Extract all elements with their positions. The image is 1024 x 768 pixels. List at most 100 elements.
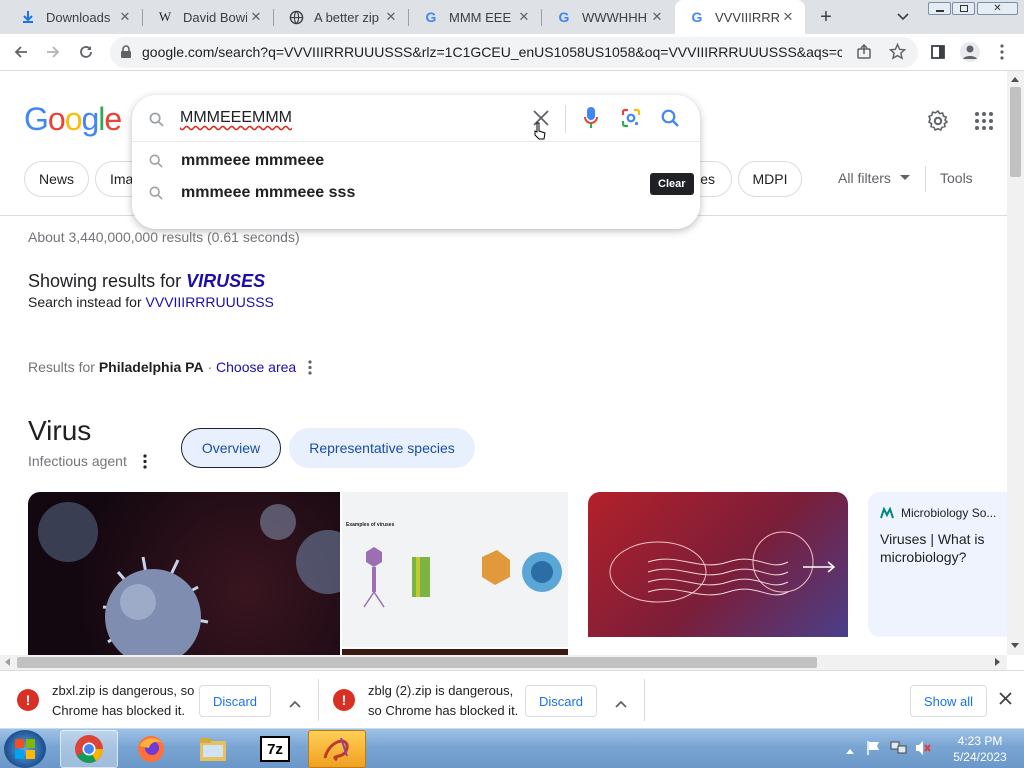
network-icon[interactable] bbox=[890, 740, 908, 761]
horizontal-scrollbar[interactable] bbox=[0, 655, 1007, 670]
virus-examples-diagram[interactable]: Examples of viruses bbox=[342, 492, 568, 647]
bookmark-star-icon[interactable] bbox=[888, 42, 907, 65]
lens-camera-icon[interactable] bbox=[621, 108, 641, 133]
search-icon bbox=[148, 186, 164, 200]
close-window-button[interactable]: ✕ bbox=[977, 2, 1018, 15]
search-icon bbox=[148, 154, 164, 168]
chip-label: News bbox=[38, 171, 74, 187]
tab-overview[interactable]: Overview bbox=[181, 428, 281, 468]
start-button[interactable] bbox=[4, 730, 46, 768]
chrome-menu-icon[interactable] bbox=[988, 38, 1016, 66]
danger-warning-icon: ! bbox=[17, 689, 39, 711]
close-download-shelf-icon[interactable] bbox=[999, 692, 1012, 710]
original-query-link[interactable]: VVVIIIRRRUUUSSS bbox=[146, 294, 274, 310]
vertical-scrollbar[interactable] bbox=[1007, 71, 1024, 655]
scroll-down-arrow-icon[interactable] bbox=[1011, 643, 1019, 648]
scroll-up-arrow-icon[interactable] bbox=[1011, 77, 1019, 82]
antiviral-diagram-image[interactable] bbox=[588, 492, 848, 637]
filter-chip-mdpi[interactable]: MDPI bbox=[738, 161, 802, 197]
action-center-flag-icon[interactable] bbox=[866, 740, 882, 761]
search-submit-icon[interactable] bbox=[661, 109, 679, 132]
tab-close-icon[interactable]: ✕ bbox=[247, 8, 265, 26]
tab-david-bowie[interactable]: W David Bowie ✕ bbox=[143, 0, 273, 34]
tools-button[interactable]: Tools bbox=[940, 170, 973, 186]
warning-line: Chrome has blocked it. bbox=[52, 703, 185, 718]
horizontal-scroll-thumb[interactable] bbox=[17, 657, 817, 668]
filter-chip-news[interactable]: News bbox=[24, 161, 89, 197]
article-card[interactable]: Microbiology So... Viruses | What is mic… bbox=[868, 492, 1007, 637]
article-title[interactable]: Viruses | What is microbiology? bbox=[880, 530, 1000, 566]
show-hidden-icons-chevron-icon[interactable] bbox=[845, 742, 855, 760]
search-input[interactable]: MMMEEEMMM bbox=[180, 109, 292, 127]
new-tab-plus-icon[interactable]: + bbox=[815, 6, 837, 28]
tab-strip: Downloads ✕ W David Bowie ✕ A better zip… bbox=[0, 0, 1024, 34]
profile-avatar-icon[interactable] bbox=[956, 38, 984, 66]
suggestion-item[interactable]: mmmeee mmmeee sss bbox=[148, 184, 355, 202]
7zip-taskbar-button[interactable]: 7z bbox=[246, 730, 304, 768]
paint-taskbar-button[interactable] bbox=[308, 730, 366, 768]
back-arrow-icon[interactable] bbox=[7, 38, 35, 66]
minimize-window-button[interactable] bbox=[928, 2, 951, 15]
side-panel-icon[interactable] bbox=[924, 38, 952, 66]
search-box[interactable]: MMMEEEMMM mmmeee mmmeee mmmeee mmmeee ss… bbox=[132, 95, 700, 229]
firefox-taskbar-button[interactable] bbox=[122, 730, 180, 768]
tab-close-icon[interactable]: ✕ bbox=[116, 8, 134, 26]
scroll-left-arrow-icon[interactable] bbox=[5, 658, 10, 666]
7zip-icon: 7z bbox=[260, 736, 290, 762]
windows-taskbar: 7z 4:23 PM 5/24/2023 bbox=[0, 728, 1024, 768]
show-all-downloads-button[interactable]: Show all bbox=[910, 685, 987, 717]
volume-muted-icon[interactable] bbox=[914, 740, 932, 761]
tab-better-zip[interactable]: A better zip ✕ bbox=[274, 0, 408, 34]
discard-button[interactable]: Discard bbox=[525, 685, 597, 717]
tab-title: David Bowie bbox=[183, 9, 247, 25]
tab-title: A better zip bbox=[314, 9, 380, 25]
chevron-up-icon[interactable] bbox=[615, 695, 627, 713]
virus-image[interactable] bbox=[28, 492, 340, 655]
tab-wwwhhhy[interactable]: G WWWHHHY ✕ bbox=[542, 0, 674, 34]
discard-button[interactable]: Discard bbox=[199, 685, 271, 717]
google-logo[interactable]: Google bbox=[24, 101, 122, 138]
clock-date[interactable]: 5/24/2023 bbox=[945, 750, 1015, 764]
google-apps-grid-icon[interactable] bbox=[975, 112, 993, 135]
tab-close-icon[interactable]: ✕ bbox=[779, 8, 797, 26]
tab-downloads[interactable]: Downloads ✕ bbox=[6, 0, 142, 34]
dropdown-arrow-icon bbox=[899, 175, 910, 180]
chrome-taskbar-button[interactable] bbox=[60, 730, 118, 768]
all-filters-button[interactable]: All filters bbox=[838, 170, 910, 186]
more-options-icon[interactable] bbox=[308, 360, 312, 380]
address-bar[interactable]: google.com/search?q=VVVIIIRRRUUUSSS&rlz=… bbox=[110, 37, 918, 68]
suggestion-text: mmmeee mmmeee bbox=[181, 152, 325, 169]
share-icon[interactable] bbox=[856, 43, 872, 65]
tab-vvviiirrru-active[interactable]: G VVVIIIRRRU ✕ bbox=[675, 0, 805, 34]
tab-close-icon[interactable]: ✕ bbox=[648, 8, 666, 26]
suggestion-text: mmmeee mmmeee sss bbox=[181, 184, 356, 201]
choose-area-link[interactable]: Choose area bbox=[216, 359, 296, 375]
windows-logo-icon bbox=[15, 739, 35, 759]
tab-close-icon[interactable]: ✕ bbox=[515, 8, 533, 26]
showing-prefix: Showing results for bbox=[28, 271, 187, 291]
restore-window-button[interactable] bbox=[952, 2, 975, 15]
url-text: google.com/search?q=VVVIIIRRRUUUSSS&rlz=… bbox=[142, 44, 842, 60]
tab-search-chevron-icon[interactable] bbox=[896, 9, 914, 25]
chevron-up-icon[interactable] bbox=[289, 695, 301, 713]
entity-title: Virus bbox=[28, 415, 92, 446]
settings-gear-icon[interactable] bbox=[926, 109, 950, 138]
scroll-right-arrow-icon[interactable] bbox=[995, 658, 1000, 666]
clock-time[interactable]: 4:23 PM bbox=[950, 734, 1010, 748]
search-instead-for: Search instead for VVVIIIRRRUUUSSS bbox=[28, 294, 274, 310]
entity-more-options-icon[interactable] bbox=[143, 454, 147, 474]
corrected-query-link[interactable]: VIRUSES bbox=[186, 271, 265, 291]
suggestion-item[interactable]: mmmeee mmmeee bbox=[148, 152, 324, 170]
tab-mmm-eee[interactable]: G MMM EEE M ✕ bbox=[409, 0, 541, 34]
location-name: Philadelphia PA bbox=[98, 359, 204, 375]
forward-arrow-icon[interactable] bbox=[39, 38, 67, 66]
reload-icon[interactable] bbox=[72, 38, 100, 66]
vertical-scroll-thumb[interactable] bbox=[1010, 87, 1021, 177]
tab-close-icon[interactable]: ✕ bbox=[382, 8, 400, 26]
wikipedia-icon: W bbox=[158, 9, 172, 24]
tab-representative-species[interactable]: Representative species bbox=[289, 428, 475, 468]
lock-icon[interactable] bbox=[120, 45, 132, 64]
file-explorer-taskbar-button[interactable] bbox=[184, 730, 242, 768]
download-warning-text: zblg (2).zip is dangerous, so Chrome has … bbox=[368, 681, 518, 721]
voice-search-mic-icon[interactable] bbox=[584, 107, 598, 134]
